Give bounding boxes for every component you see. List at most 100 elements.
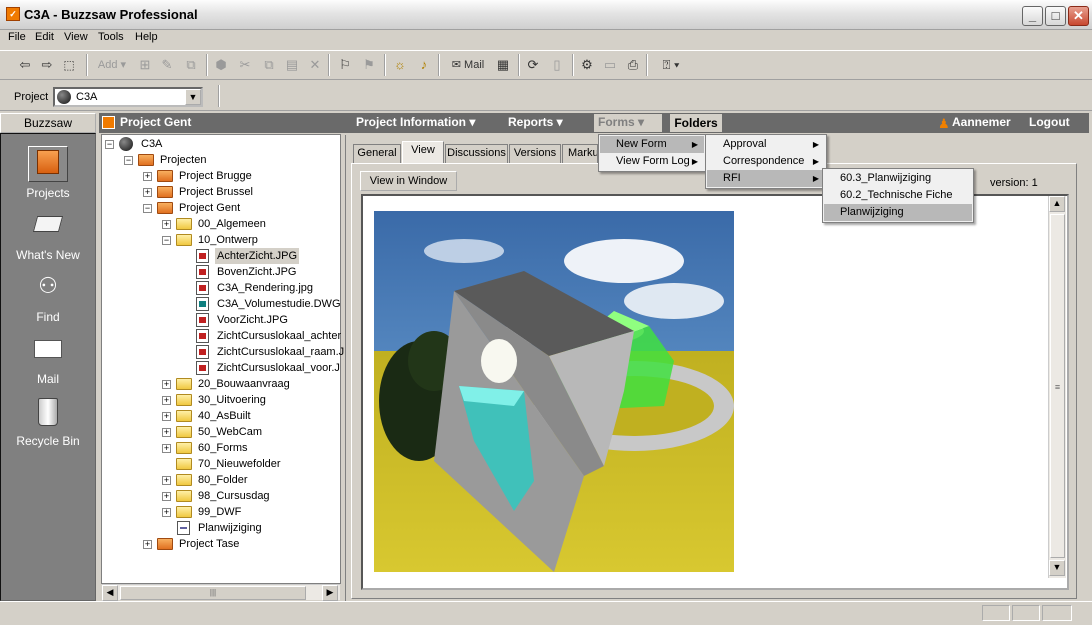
collapse-icon[interactable]: − <box>162 236 171 245</box>
menu-file[interactable]: File <box>6 31 28 43</box>
menu-item-correspondence[interactable]: Correspondence ▶ <box>707 153 825 170</box>
alert-icon[interactable]: ♪ <box>414 55 434 75</box>
expand-icon[interactable]: + <box>162 396 171 405</box>
scroll-thumb[interactable]: ||| <box>120 586 306 600</box>
collapse-icon[interactable]: − <box>124 156 133 165</box>
expand-icon[interactable]: + <box>162 412 171 421</box>
tab-view[interactable]: View <box>402 141 444 163</box>
tree-node-label: 80_Folder <box>198 474 248 486</box>
expand-icon[interactable]: + <box>162 508 171 517</box>
cut-icon[interactable]: ✂ <box>236 55 254 75</box>
up-folder-icon[interactable]: ⬚ <box>60 55 78 75</box>
tree-node-label: 40_AsBuilt <box>198 410 251 422</box>
reply-icon[interactable]: ⚑ <box>360 55 378 75</box>
tab-versions[interactable]: Versions <box>509 144 561 163</box>
view-in-window-button[interactable]: View in Window <box>360 171 457 191</box>
tab-discussions[interactable]: Discussions <box>445 144 508 163</box>
image-file-icon <box>196 329 209 343</box>
sidebar-item-mail[interactable]: Mail <box>0 332 96 394</box>
report-icon[interactable]: ▦ <box>494 55 512 75</box>
image-file-icon <box>196 281 209 295</box>
collapse-icon[interactable]: − <box>143 204 152 213</box>
close-button[interactable]: ✕ <box>1068 6 1089 26</box>
menu-item-approval[interactable]: Approval ▶ <box>707 136 825 153</box>
comment-icon[interactable]: ⚐ <box>336 55 354 75</box>
page-icon[interactable]: ▯ <box>548 55 566 75</box>
scroll-left-icon[interactable]: ◀ <box>102 585 118 601</box>
copy-icon[interactable]: ⧉ <box>260 55 278 75</box>
scroll-down-icon[interactable]: ▼ <box>1049 560 1065 576</box>
add-button[interactable]: Add ▾ <box>94 55 130 75</box>
sidebar-item-projects[interactable]: Projects <box>0 146 96 208</box>
menu-item-rfi[interactable]: RFI ▶ <box>707 170 825 187</box>
delete-icon[interactable]: ✕ <box>306 55 324 75</box>
news-icon <box>32 216 64 232</box>
menu-item-planwijziging[interactable]: Planwijziging <box>824 204 972 221</box>
status-bar <box>0 601 1092 625</box>
scroll-up-icon[interactable]: ▲ <box>1049 196 1065 212</box>
expand-icon[interactable]: + <box>143 540 152 549</box>
save-icon[interactable]: ▭ <box>601 55 619 75</box>
sidebar-item-whats-new[interactable]: What's New <box>0 208 96 270</box>
expand-icon[interactable]: + <box>162 476 171 485</box>
menu-item-60-2-technische-fiche[interactable]: 60.2_Technische Fiche <box>824 187 972 204</box>
scroll-right-icon[interactable]: ▶ <box>322 585 338 601</box>
tab-markups[interactable]: Marku <box>562 144 598 163</box>
expand-icon[interactable]: + <box>162 220 171 229</box>
status-pane <box>982 605 1010 621</box>
minimize-button[interactable]: _ <box>1022 6 1043 26</box>
globe-icon <box>119 137 133 151</box>
menu-help[interactable]: Help <box>133 31 160 43</box>
viewer-vertical-scrollbar[interactable]: ▲ ≡ ▼ <box>1048 196 1066 578</box>
tree-node-label: Planwijziging <box>198 522 262 534</box>
paste-icon[interactable]: ▤ <box>283 55 301 75</box>
expand-icon[interactable]: + <box>143 188 152 197</box>
nav-project-information[interactable]: Project Information ▾ <box>356 115 475 129</box>
project-folder-icon <box>157 202 173 214</box>
menu-item-60-3-planwijziging[interactable]: 60.3_Planwijziging <box>824 170 972 187</box>
menu-item-view-form-log[interactable]: View Form Log ▶ <box>600 153 704 170</box>
chevron-down-icon[interactable]: ▼ <box>185 89 201 105</box>
folder-icon <box>176 410 192 422</box>
new-icon[interactable]: ⊞ <box>136 55 154 75</box>
user-name[interactable]: Aannemer <box>952 115 1011 129</box>
expand-icon[interactable]: + <box>143 172 152 181</box>
tree-node-label: C3A_Rendering.jpg <box>217 282 314 294</box>
expand-icon[interactable]: + <box>162 444 171 453</box>
folder-icon <box>176 474 192 486</box>
tree-node-label: ZichtCursuslokaal_achter <box>217 330 342 342</box>
expand-icon[interactable]: + <box>162 428 171 437</box>
menu-tools[interactable]: Tools <box>96 31 126 43</box>
project-folder-icon <box>157 538 173 550</box>
collapse-icon[interactable]: − <box>105 140 114 149</box>
nav-forms[interactable]: Forms ▾ <box>598 115 644 129</box>
tree-node-label: Project Brussel <box>179 186 253 198</box>
logout-link[interactable]: Logout <box>1029 115 1070 129</box>
menu-item-new-form[interactable]: New Form ▶ <box>600 136 704 153</box>
menu-edit[interactable]: Edit <box>33 31 56 43</box>
properties-icon[interactable]: ⧉ <box>182 55 200 75</box>
project-select-value: C3A <box>76 91 98 103</box>
mail-button[interactable]: ✉ Mail <box>446 55 490 75</box>
back-icon[interactable]: ⇦ <box>16 55 34 75</box>
sidebar-item-recycle-bin[interactable]: Recycle Bin <box>0 394 96 456</box>
settings-icon[interactable]: ⚙ <box>578 55 596 75</box>
help-icon[interactable]: ⍰ ▾ <box>654 55 688 75</box>
tree-horizontal-scrollbar[interactable]: ◀ ||| ▶ <box>102 584 340 601</box>
notify-icon[interactable]: ☼ <box>390 55 410 75</box>
sidebar-item-find[interactable]: ⚇ Find <box>0 270 96 332</box>
sidebar-item-label: Projects <box>26 186 70 200</box>
edit-icon[interactable]: ✎ <box>158 55 176 75</box>
nav-folders[interactable]: Folders <box>670 114 722 132</box>
scroll-thumb[interactable]: ≡ <box>1050 214 1065 558</box>
nav-reports[interactable]: Reports ▾ <box>508 115 563 129</box>
refresh-icon[interactable]: ⟳ <box>524 55 542 75</box>
print-icon[interactable]: ⎙ <box>624 55 642 75</box>
expand-icon[interactable]: + <box>162 380 171 389</box>
tab-general[interactable]: General <box>353 144 401 163</box>
forward-icon[interactable]: ⇨ <box>38 55 56 75</box>
menu-view[interactable]: View <box>62 31 90 43</box>
lock-icon[interactable]: ⬢ <box>212 55 230 75</box>
expand-icon[interactable]: + <box>162 492 171 501</box>
maximize-button[interactable]: □ <box>1045 6 1066 26</box>
